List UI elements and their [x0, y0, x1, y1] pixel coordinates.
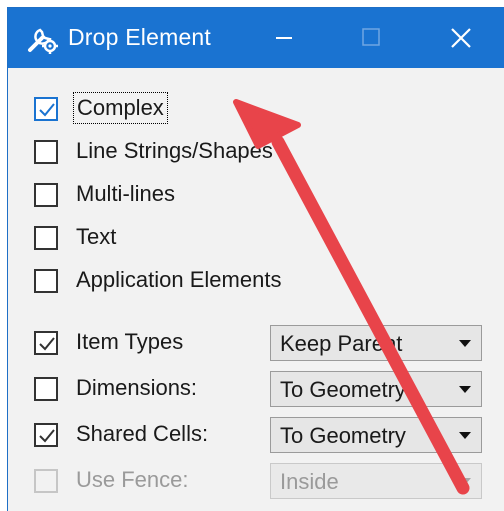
- dropdown-arrow-icon: [459, 478, 471, 485]
- item-types-select[interactable]: Keep Parent: [270, 325, 482, 361]
- application-elements-label[interactable]: Application Elements: [76, 267, 281, 293]
- option-row-multi-lines[interactable]: Multi-lines: [34, 181, 474, 212]
- text-label[interactable]: Text: [76, 224, 116, 250]
- wrench-gear-icon: [24, 22, 60, 56]
- checkmark-icon: [39, 429, 55, 443]
- minimize-button[interactable]: [244, 8, 324, 68]
- use-fence-select: Inside: [270, 463, 482, 499]
- use-fence-checkbox: [34, 469, 58, 493]
- option-row-complex[interactable]: Complex: [34, 92, 474, 126]
- multi-lines-label[interactable]: Multi-lines: [76, 181, 175, 207]
- setting-row-shared-cells[interactable]: Shared Cells: To Geometry: [34, 417, 482, 453]
- item-types-label[interactable]: Item Types: [76, 329, 183, 355]
- setting-row-dimensions[interactable]: Dimensions: To Geometry: [34, 371, 482, 407]
- line-strings-label[interactable]: Line Strings/Shapes: [76, 138, 273, 164]
- title-bar[interactable]: Drop Element: [8, 8, 504, 68]
- checkmark-icon: [39, 337, 55, 351]
- use-fence-label: Use Fence:: [76, 467, 189, 492]
- minimize-icon: [276, 37, 292, 39]
- shared-cells-select[interactable]: To Geometry: [270, 417, 482, 453]
- option-row-application-elements[interactable]: Application Elements: [34, 267, 474, 298]
- item-types-checkbox[interactable]: [34, 331, 58, 355]
- shared-cells-checkbox[interactable]: [34, 423, 58, 447]
- text-checkbox[interactable]: [34, 226, 58, 250]
- complex-checkbox[interactable]: [34, 97, 58, 121]
- use-fence-select-value: Inside: [280, 469, 339, 494]
- window-title: Drop Element: [68, 24, 212, 50]
- item-types-select-value: Keep Parent: [280, 331, 403, 356]
- shared-cells-label[interactable]: Shared Cells:: [76, 421, 208, 447]
- close-button[interactable]: [420, 8, 500, 68]
- close-icon: [451, 28, 471, 48]
- multi-lines-checkbox[interactable]: [34, 183, 58, 207]
- option-row-text[interactable]: Text: [34, 224, 474, 255]
- dimensions-checkbox[interactable]: [34, 377, 58, 401]
- dropdown-arrow-icon: [459, 432, 471, 439]
- option-row-line-strings[interactable]: Line Strings/Shapes: [34, 138, 474, 169]
- drop-element-dialog: Drop Element Complex Line Strings/Shapes…: [8, 8, 504, 511]
- complex-label[interactable]: Complex: [73, 92, 168, 124]
- dropdown-arrow-icon: [459, 386, 471, 393]
- checkmark-icon: [39, 103, 55, 117]
- dimensions-label[interactable]: Dimensions:: [76, 375, 197, 401]
- dimensions-select-value: To Geometry: [280, 377, 406, 402]
- dropdown-arrow-icon: [459, 340, 471, 347]
- setting-row-item-types[interactable]: Item Types Keep Parent: [34, 325, 482, 361]
- shared-cells-select-value: To Geometry: [280, 423, 406, 448]
- line-strings-checkbox[interactable]: [34, 140, 58, 164]
- dimensions-select[interactable]: To Geometry: [270, 371, 482, 407]
- maximize-icon: [362, 28, 380, 46]
- application-elements-checkbox[interactable]: [34, 269, 58, 293]
- maximize-button[interactable]: [330, 8, 410, 68]
- setting-row-use-fence: Use Fence: Inside: [34, 463, 482, 499]
